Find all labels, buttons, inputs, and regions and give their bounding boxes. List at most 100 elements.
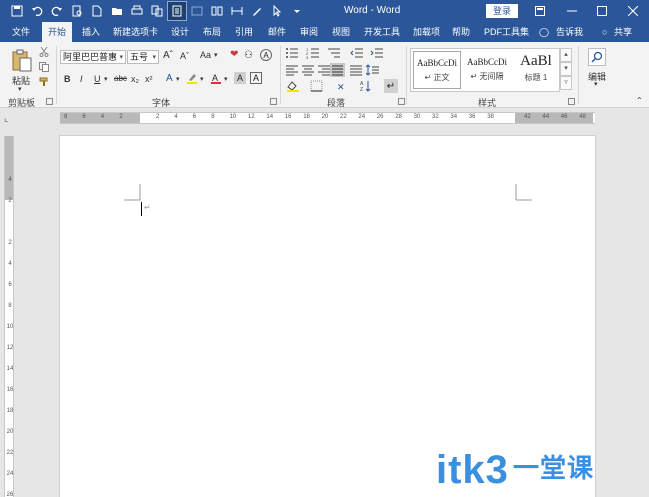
print-preview-icon[interactable] (68, 2, 86, 20)
format-painter-icon[interactable] (38, 76, 50, 88)
char-border-icon[interactable]: A (250, 72, 262, 84)
increase-indent-icon[interactable] (370, 47, 384, 59)
columns-icon[interactable] (208, 2, 226, 20)
collapse-ribbon-icon[interactable]: ⌃ (636, 96, 643, 105)
paste-icon[interactable] (10, 48, 34, 74)
bold-button[interactable]: B (64, 74, 71, 84)
align-center-icon[interactable] (301, 64, 315, 76)
gallery-up-icon[interactable]: ▴ (560, 48, 572, 62)
subscript-button[interactable]: x₂ (131, 74, 139, 84)
share-button[interactable]: 共享 (614, 22, 632, 42)
tab-file[interactable]: 文件 (12, 22, 30, 42)
paste-dropdown-icon[interactable]: ▾ (18, 85, 22, 93)
vertical-ruler[interactable]: 4 2 2 4 6 8 10 12 14 16 18 20 22 24 26 (4, 136, 14, 497)
tab-new-tab[interactable]: 新建选项卡 (113, 22, 158, 42)
asian-layout-icon[interactable]: ✕ (336, 80, 352, 92)
align-right-icon[interactable] (317, 64, 331, 76)
tab-review[interactable]: 审阅 (300, 22, 318, 42)
clipboard-launcher-icon[interactable] (46, 98, 53, 105)
minimize-icon[interactable] (556, 0, 588, 22)
grow-font-icon[interactable]: Aˆ (163, 50, 173, 61)
print-icon[interactable] (128, 2, 146, 20)
tab-home[interactable]: 开始 (42, 22, 73, 42)
undo-icon[interactable] (28, 2, 46, 20)
tell-me-input[interactable]: 告诉我 (556, 22, 583, 42)
decrease-indent-icon[interactable] (350, 47, 364, 59)
redo-icon[interactable] (48, 2, 66, 20)
show-marks-icon[interactable]: ↵ (384, 79, 398, 93)
italic-button[interactable]: I (80, 74, 83, 84)
paragraph-launcher-icon[interactable] (398, 98, 405, 105)
numbering-icon[interactable]: 123 (306, 47, 320, 59)
text-effects-dropdown-icon[interactable]: ▾ (176, 75, 180, 83)
copy-format-icon[interactable] (148, 2, 166, 20)
strikethrough-button[interactable]: abc (114, 74, 127, 83)
char-shading-icon[interactable]: A (234, 72, 246, 84)
change-case-button[interactable]: Aa (200, 50, 211, 60)
clear-format-icon[interactable]: ⚇ (244, 50, 253, 61)
tab-addins[interactable]: 加载项 (413, 22, 440, 42)
document-view-icon[interactable] (167, 1, 187, 21)
shading-icon[interactable] (286, 80, 300, 92)
maximize-icon[interactable] (586, 0, 618, 22)
login-button[interactable]: 登录 (486, 4, 518, 18)
highlight-dropdown-icon[interactable]: ▾ (200, 75, 204, 83)
style-normal[interactable]: AaBbCcDi ↵ 正文 (413, 51, 461, 89)
tab-layout[interactable]: 布局 (203, 22, 221, 42)
new-doc-icon[interactable] (88, 2, 106, 20)
gallery-down-icon[interactable]: ▾ (560, 62, 572, 76)
superscript-button[interactable]: x² (145, 74, 153, 84)
highlight-icon[interactable] (186, 72, 198, 84)
bullets-icon[interactable] (285, 47, 299, 59)
ribbon-display-icon[interactable] (524, 0, 556, 22)
gallery-more-icon[interactable]: ▿ (560, 76, 572, 90)
sort-icon[interactable]: AZ (360, 80, 372, 92)
font-launcher-icon[interactable] (270, 98, 277, 105)
open-folder-icon[interactable] (108, 2, 126, 20)
align-icon[interactable] (228, 2, 246, 20)
font-color-dropdown-icon[interactable]: ▾ (224, 75, 228, 83)
text-effects-icon[interactable]: A (166, 73, 173, 84)
font-name-combo[interactable]: 阿里巴巴普惠 ▾ (60, 50, 126, 64)
tab-mailings[interactable]: 邮件 (268, 22, 286, 42)
find-icon[interactable] (588, 48, 606, 66)
copy-icon[interactable] (38, 61, 50, 73)
style-heading-1[interactable]: AaBl 标题 1 (513, 51, 559, 89)
save-icon[interactable] (8, 2, 26, 20)
shrink-font-icon[interactable]: Aˇ (180, 51, 189, 61)
customize-qat-icon[interactable] (288, 2, 306, 20)
tab-design[interactable]: 设计 (171, 22, 189, 42)
borders-icon[interactable] (310, 80, 324, 92)
close-icon[interactable] (617, 0, 649, 22)
share-icon[interactable]: ○ (602, 22, 607, 42)
multilevel-list-icon[interactable] (327, 47, 341, 59)
grid-icon[interactable] (188, 2, 206, 20)
vertical-scrollbar[interactable] (632, 108, 649, 497)
underline-button[interactable]: U (94, 74, 101, 84)
pen-icon[interactable] (248, 2, 266, 20)
tab-pdf-tools[interactable]: PDF工具集 (484, 22, 529, 42)
change-case-dropdown-icon[interactable]: ▾ (214, 51, 218, 59)
document-page[interactable]: ↵ (60, 136, 595, 497)
font-size-combo[interactable]: 五号 ▾ (127, 50, 159, 64)
tab-selector-icon[interactable]: ⌞ (4, 113, 14, 123)
tab-view[interactable]: 视图 (332, 22, 350, 42)
cursor-icon[interactable] (268, 2, 286, 20)
underline-dropdown-icon[interactable]: ▾ (104, 75, 108, 83)
tab-references[interactable]: 引用 (235, 22, 253, 42)
style-no-spacing[interactable]: AaBbCcDi ↵ 无间隔 (463, 51, 511, 89)
justify-icon[interactable] (330, 63, 345, 77)
horizontal-ruler[interactable]: 8 6 4 2 2 4 6 8 10 12 14 16 18 20 22 24 26 28 30 32 34 36 38 42… (60, 112, 595, 124)
cut-icon[interactable] (38, 46, 50, 58)
styles-gallery-scroll[interactable]: ▴ ▾ ▿ (560, 48, 572, 92)
tab-insert[interactable]: 插入 (82, 22, 100, 42)
line-spacing-icon[interactable] (366, 64, 380, 76)
font-color-icon[interactable]: A (210, 72, 222, 84)
enclose-char-icon[interactable]: A (260, 49, 272, 61)
align-left-icon[interactable] (285, 64, 299, 76)
styles-launcher-icon[interactable] (568, 98, 575, 105)
editing-dropdown-icon[interactable]: ▾ (594, 80, 598, 88)
tab-help[interactable]: 帮助 (452, 22, 470, 42)
tab-developer[interactable]: 开发工具 (364, 22, 400, 42)
phonetic-guide-icon[interactable]: ❤ (230, 49, 238, 60)
